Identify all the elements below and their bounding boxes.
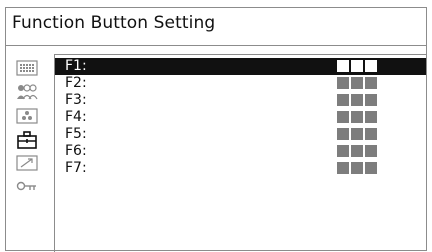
function-label: F7: — [65, 160, 87, 176]
key-icon[interactable] — [16, 178, 38, 196]
function-row-f7[interactable]: F7: — [55, 160, 426, 177]
function-value — [337, 128, 377, 141]
function-row-f5[interactable]: F5: — [55, 126, 426, 143]
function-label: F6: — [65, 143, 87, 159]
function-label: F5: — [65, 126, 87, 142]
function-row-f6[interactable]: F6: — [55, 143, 426, 160]
function-row-f3[interactable]: F3: — [55, 92, 426, 109]
function-label: F2: — [65, 75, 87, 91]
function-label: F4: — [65, 109, 87, 125]
function-value — [337, 77, 377, 90]
users-icon[interactable] — [16, 83, 38, 101]
function-value — [337, 94, 377, 107]
function-button-list: F1: F2: F3: F4: F5: F6: F7: — [55, 58, 426, 177]
function-row-f4[interactable]: F4: — [55, 109, 426, 126]
function-label: F3: — [65, 92, 87, 108]
function-value — [337, 60, 377, 73]
title-divider — [6, 45, 426, 46]
arrow-up-right-icon[interactable] — [16, 155, 38, 173]
function-label: F1: — [65, 58, 87, 74]
page-title: Function Button Setting — [12, 13, 216, 33]
function-value — [337, 111, 377, 124]
function-row-f2[interactable]: F2: — [55, 75, 426, 92]
toolbox-icon[interactable] — [16, 131, 38, 149]
function-value — [337, 145, 377, 158]
menu-grid-icon[interactable] — [16, 60, 38, 78]
camera-dots-icon[interactable] — [16, 108, 38, 126]
function-value — [337, 162, 377, 175]
function-row-f1[interactable]: F1: — [55, 58, 426, 75]
